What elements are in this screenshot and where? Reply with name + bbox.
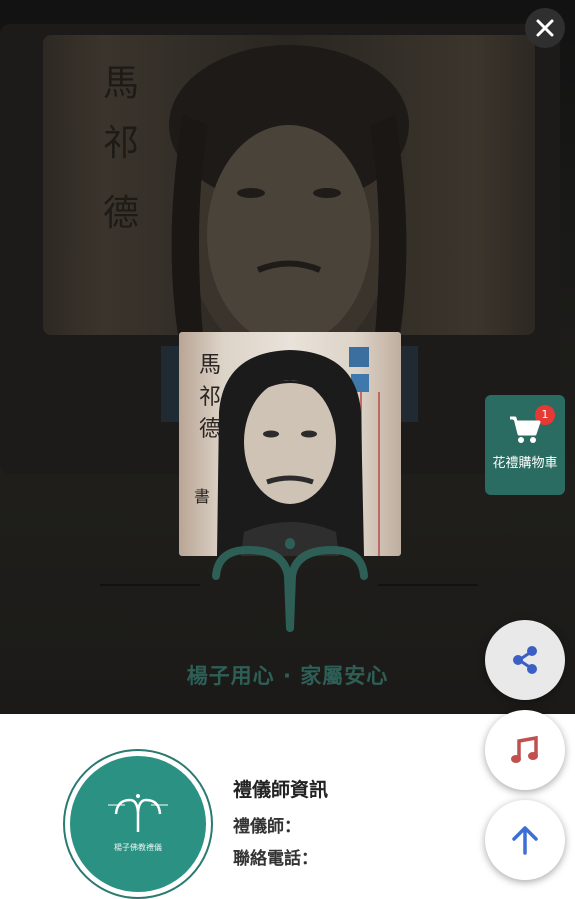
svg-text:書: 書	[194, 487, 210, 506]
share-icon	[513, 646, 537, 674]
close-icon	[536, 19, 554, 37]
svg-text:祁: 祁	[103, 123, 139, 164]
arrow-up-icon	[512, 826, 538, 855]
svg-text:馬: 馬	[199, 353, 221, 378]
phone-label: 聯絡電話：	[233, 849, 318, 869]
logo-divider-left	[100, 584, 200, 586]
memorial-photo-thumbnail: 馬 祁 德 書	[179, 332, 401, 556]
music-toggle-button[interactable]	[485, 710, 565, 790]
officiant-info-title: 禮儀師資訊	[233, 779, 329, 801]
brand-logo-small-icon	[108, 794, 168, 832]
logo-badge: 楊子佛教禮儀	[70, 756, 206, 892]
svg-text:德: 德	[199, 417, 221, 442]
svg-text:德: 德	[103, 193, 139, 234]
logo-divider-right	[378, 584, 478, 586]
back-to-top-button[interactable]	[485, 800, 565, 880]
lightbox-overlay[interactable]: 馬 祁 德 馬 祁 德 書 楊子用心 · 家屬安心	[0, 0, 575, 714]
next-slide-tab[interactable]	[400, 346, 418, 422]
cart-label: 花禮購物車	[492, 456, 558, 471]
share-button[interactable]	[485, 620, 565, 700]
memorial-photo-enlarged: 馬 祁 德	[43, 35, 535, 335]
prev-slide-tab[interactable]	[161, 346, 179, 422]
officiant-label: 禮儀師：	[233, 817, 301, 837]
funeral-home-logo: 楊子佛教禮儀	[63, 749, 213, 899]
flower-cart-button[interactable]: 1 花禮購物車	[485, 395, 565, 495]
portrait-thumbnail-graphic: 馬 祁 德 書	[194, 347, 380, 556]
brand-logo-mark-icon	[212, 538, 368, 632]
logo-text: 楊子佛教禮儀	[114, 843, 162, 852]
svg-text:馬: 馬	[103, 63, 139, 104]
close-button[interactable]	[525, 8, 565, 48]
shopping-cart-icon	[510, 416, 541, 443]
portrait-large-graphic: 馬 祁 德	[103, 45, 409, 335]
svg-text:祁: 祁	[199, 385, 221, 410]
music-note-icon	[511, 735, 538, 763]
